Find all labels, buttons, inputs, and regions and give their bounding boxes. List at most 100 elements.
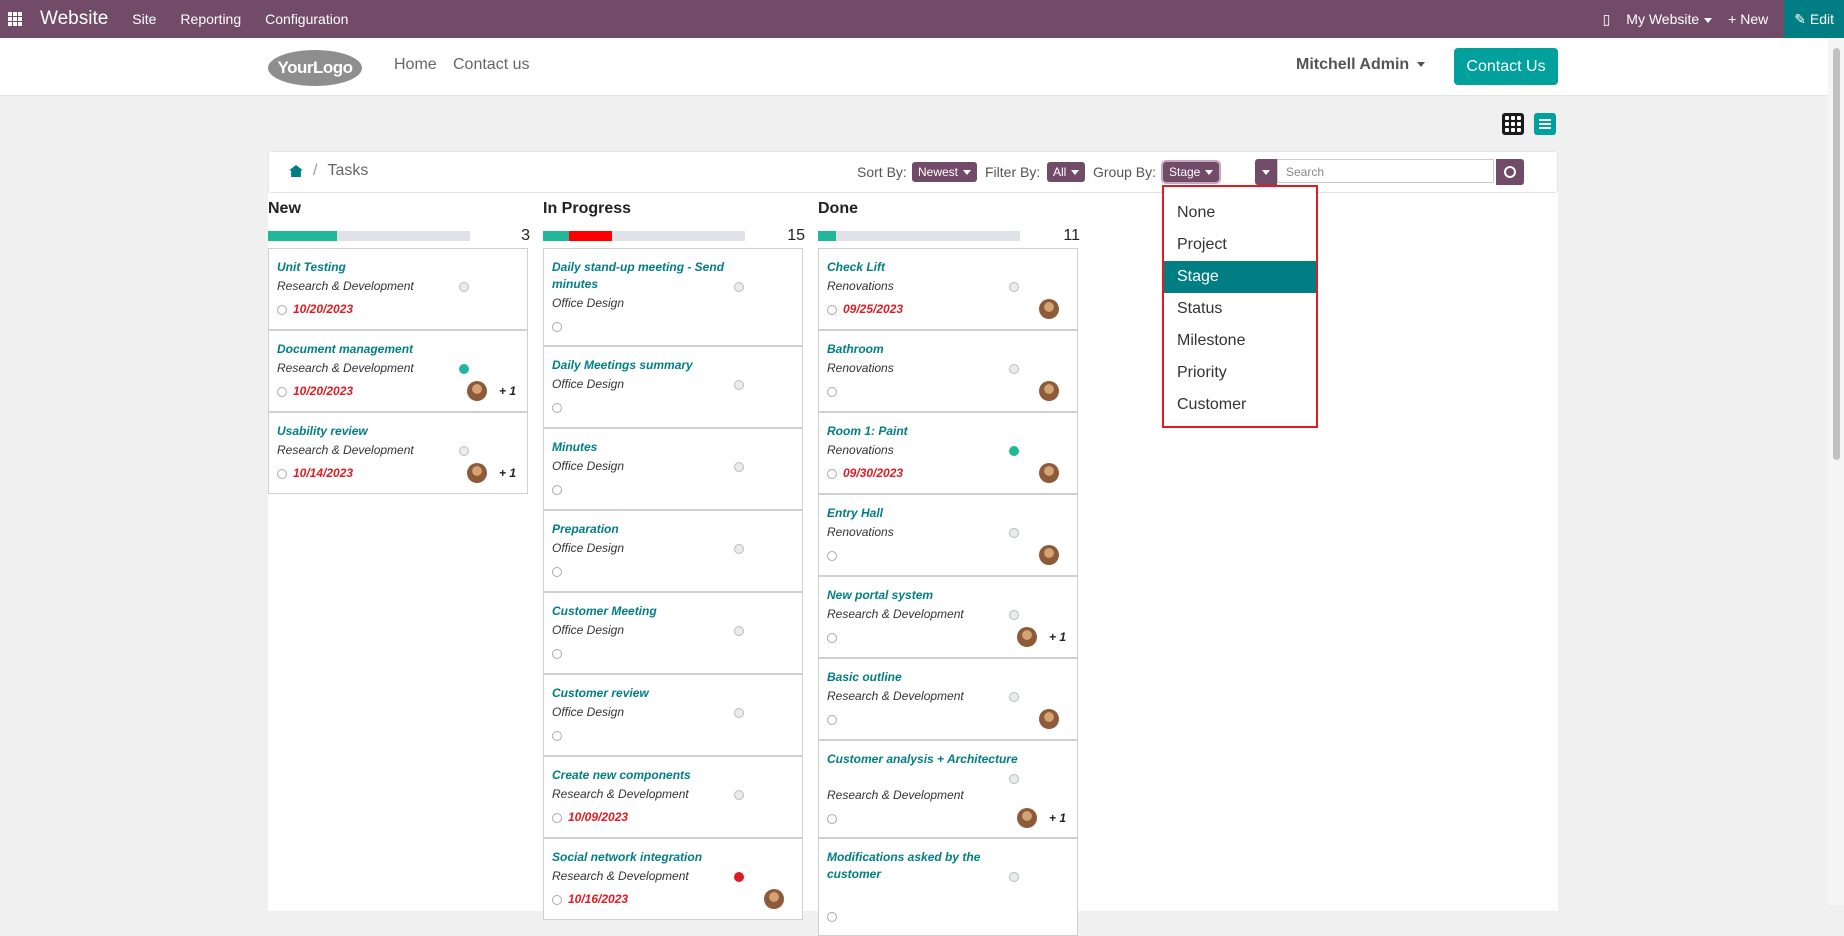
task-card[interactable]: Room 1: Paint Renovations 09/30/2023 (818, 412, 1078, 494)
task-card[interactable]: New portal system Research & Development +… (818, 576, 1078, 658)
task-name[interactable]: Usability review (277, 423, 477, 440)
sort-dropdown[interactable]: Newest (912, 162, 978, 182)
task-name[interactable]: Preparation (552, 521, 752, 538)
task-card[interactable]: Unit Testing Research & Development 10/20/… (268, 248, 528, 330)
status-indicator[interactable] (734, 282, 744, 292)
task-card[interactable]: Daily stand-up meeting - Send minutes Off… (543, 248, 803, 346)
sort-value: Newest (918, 165, 959, 179)
group-dropdown[interactable]: Stage (1160, 160, 1222, 184)
company-logo[interactable]: YourLogo (268, 50, 362, 86)
task-card[interactable]: Create new components Research & Developm… (543, 756, 803, 838)
task-card[interactable]: Customer analysis + Architecture Research… (818, 740, 1078, 838)
search-options-button[interactable] (1255, 159, 1277, 185)
task-card[interactable]: Bathroom Renovations (818, 330, 1078, 412)
task-name[interactable]: New portal system (827, 587, 1027, 604)
task-card[interactable]: Customer Meeting Office Design (543, 592, 803, 674)
status-indicator[interactable] (1009, 610, 1019, 620)
task-name[interactable]: Check Lift (827, 259, 1027, 276)
mobile-preview-icon[interactable]: ▯ (1603, 11, 1611, 28)
task-name[interactable]: Minutes (552, 439, 752, 456)
task-name[interactable]: Daily Meetings summary (552, 357, 752, 374)
status-indicator[interactable] (734, 626, 744, 636)
column-title[interactable]: New (268, 200, 530, 222)
status-indicator[interactable] (734, 380, 744, 390)
user-menu[interactable]: Mitchell Admin (1296, 56, 1426, 74)
task-card[interactable]: Document management Research & Developmen… (268, 330, 528, 412)
task-card[interactable]: Modifications asked by the customer (818, 838, 1078, 936)
task-project: Office Design (552, 705, 625, 719)
task-name[interactable]: Room 1: Paint (827, 423, 1027, 440)
list-view-icon[interactable] (1534, 113, 1556, 135)
status-indicator[interactable] (734, 544, 744, 554)
menu-configuration[interactable]: Configuration (265, 11, 348, 27)
status-indicator[interactable] (1009, 774, 1019, 784)
group-option-priority[interactable]: Priority (1164, 357, 1316, 389)
status-indicator[interactable] (734, 708, 744, 718)
assignee-avatar (1039, 709, 1059, 729)
home-icon[interactable] (289, 165, 303, 177)
kanban-view-icon[interactable] (1502, 113, 1524, 135)
clock-icon (277, 305, 287, 315)
group-option-status[interactable]: Status (1164, 293, 1316, 325)
task-card[interactable]: Social network integration Research & Dev… (543, 838, 803, 920)
column-title[interactable]: In Progress (543, 200, 805, 222)
group-option-customer[interactable]: Customer (1164, 389, 1316, 421)
task-card[interactable]: Entry Hall Renovations (818, 494, 1078, 576)
group-option-none[interactable]: None (1164, 197, 1316, 229)
status-indicator[interactable] (734, 872, 744, 882)
status-indicator[interactable] (1009, 872, 1019, 882)
task-card[interactable]: Preparation Office Design (543, 510, 803, 592)
website-switcher[interactable]: My Website (1626, 11, 1713, 27)
task-name[interactable]: Unit Testing (277, 259, 477, 276)
task-name[interactable]: Customer Meeting (552, 603, 752, 620)
task-card[interactable]: Usability review Research & Development 10… (268, 412, 528, 494)
group-option-stage[interactable]: Stage (1164, 261, 1316, 293)
task-card[interactable]: Daily Meetings summary Office Design (543, 346, 803, 428)
nav-home[interactable]: Home (394, 56, 437, 74)
new-button[interactable]: + New (1728, 11, 1768, 27)
status-indicator[interactable] (459, 446, 469, 456)
status-indicator[interactable] (734, 462, 744, 472)
status-indicator[interactable] (1009, 528, 1019, 538)
status-indicator[interactable] (459, 364, 469, 374)
task-name[interactable]: Modifications asked by the customer (827, 849, 1027, 883)
nav-contact-us[interactable]: Contact us (453, 56, 529, 74)
task-deadline: 10/14/2023 (293, 466, 354, 480)
column-progress-bar[interactable] (543, 231, 745, 241)
task-name[interactable]: Entry Hall (827, 505, 1027, 522)
task-card[interactable]: Basic outline Research & Development (818, 658, 1078, 740)
search-button[interactable] (1496, 159, 1524, 185)
group-option-milestone[interactable]: Milestone (1164, 325, 1316, 357)
edit-button[interactable]: ✎ Edit (1784, 0, 1844, 38)
task-name[interactable]: Bathroom (827, 341, 1027, 358)
search-input[interactable]: Search (1277, 159, 1494, 183)
task-name[interactable]: Create new components (552, 767, 752, 784)
task-name[interactable]: Customer review (552, 685, 752, 702)
status-indicator[interactable] (459, 282, 469, 292)
task-card[interactable]: Check Lift Renovations 09/25/2023 (818, 248, 1078, 330)
status-indicator[interactable] (1009, 446, 1019, 456)
status-indicator[interactable] (1009, 282, 1019, 292)
filter-dropdown[interactable]: All (1047, 162, 1086, 182)
menu-site[interactable]: Site (132, 11, 156, 27)
scrollbar-thumb[interactable] (1833, 48, 1840, 460)
apps-menu-icon[interactable] (8, 12, 22, 26)
task-name[interactable]: Customer analysis + Architecture (827, 751, 1027, 768)
task-name[interactable]: Daily stand-up meeting - Send minutes (552, 259, 752, 293)
app-brand[interactable]: Website (40, 8, 108, 30)
contact-us-button[interactable]: Contact Us (1454, 48, 1558, 85)
group-option-project[interactable]: Project (1164, 229, 1316, 261)
task-card[interactable]: Minutes Office Design (543, 428, 803, 510)
menu-reporting[interactable]: Reporting (180, 11, 241, 27)
status-indicator[interactable] (734, 790, 744, 800)
column-progress-bar[interactable] (268, 231, 470, 241)
task-card[interactable]: Customer review Office Design (543, 674, 803, 756)
task-name[interactable]: Document management (277, 341, 477, 358)
column-title[interactable]: Done (818, 200, 1080, 222)
status-indicator[interactable] (1009, 364, 1019, 374)
status-indicator[interactable] (1009, 692, 1019, 702)
website-switcher-label: My Website (1626, 11, 1700, 27)
task-name[interactable]: Basic outline (827, 669, 1027, 686)
task-name[interactable]: Social network integration (552, 849, 752, 866)
column-progress-bar[interactable] (818, 231, 1020, 241)
